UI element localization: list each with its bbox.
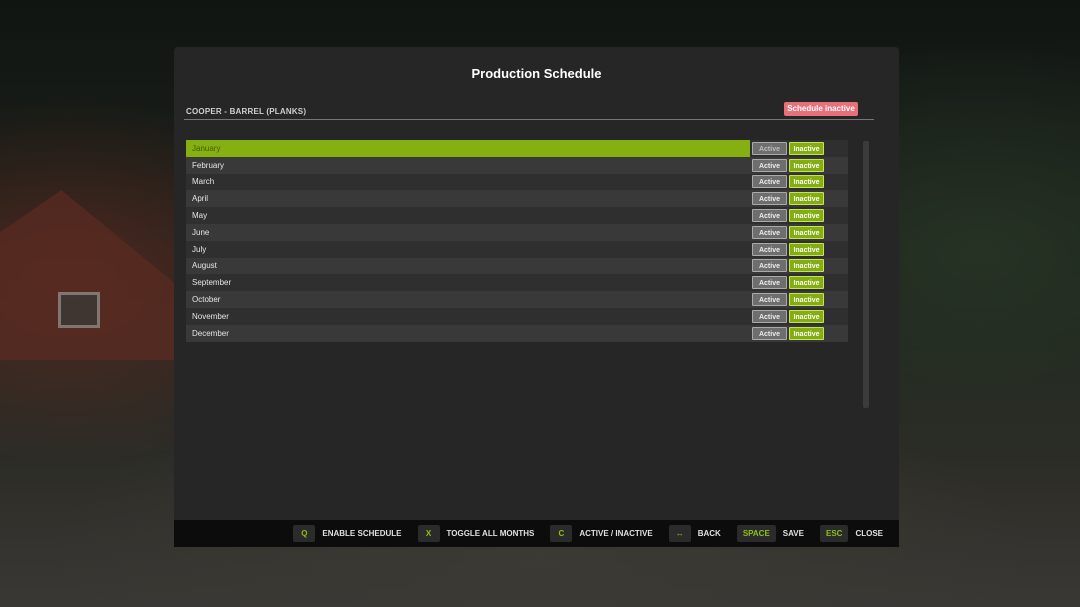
active-button[interactable]: Active	[752, 259, 787, 273]
inactive-button[interactable]: Inactive	[789, 242, 824, 256]
hint-close[interactable]: ESC CLOSE	[819, 525, 883, 542]
month-list: January Active Inactive February Active …	[186, 140, 848, 342]
month-row-june[interactable]: June Active Inactive	[186, 223, 848, 241]
active-button[interactable]: Active	[752, 309, 787, 323]
inactive-button[interactable]: Inactive	[789, 309, 824, 323]
key-esc: ESC	[819, 525, 849, 542]
month-label: August	[192, 261, 217, 271]
arrows-icon: ↔	[668, 525, 691, 542]
production-name: COOPER - BARREL (PLANKS)	[186, 107, 307, 116]
month-row-february[interactable]: February Active Inactive	[186, 156, 848, 174]
input-hints-bar: Q ENABLE SCHEDULE X TOGGLE ALL MONTHS C …	[174, 520, 899, 547]
hint-label: ENABLE SCHEDULE	[322, 529, 402, 538]
active-button[interactable]: Active	[752, 209, 787, 223]
month-label: October	[192, 295, 221, 305]
inactive-button[interactable]: Inactive	[789, 259, 824, 273]
dialog-title: Production Schedule	[471, 66, 602, 81]
month-row-may[interactable]: May Active Inactive	[186, 207, 848, 224]
hint-save[interactable]: SPACE SAVE	[736, 525, 804, 542]
key-q: Q	[293, 525, 316, 542]
active-button[interactable]: Active	[752, 175, 787, 189]
month-label: November	[192, 311, 229, 321]
hint-label: SAVE	[782, 529, 804, 538]
hint-active-inactive[interactable]: C ACTIVE / INACTIVE	[550, 525, 653, 542]
active-button[interactable]: Active	[752, 276, 787, 290]
hint-toggle-all-months[interactable]: X TOGGLE ALL MONTHS	[417, 525, 535, 542]
active-button[interactable]: Active	[752, 192, 787, 206]
month-row-april[interactable]: April Active Inactive	[186, 190, 848, 208]
month-row-july[interactable]: July Active Inactive	[186, 240, 848, 258]
month-label: June	[192, 227, 210, 237]
hint-label: TOGGLE ALL MONTHS	[446, 529, 535, 538]
background-window	[58, 292, 100, 328]
month-label: February	[192, 160, 225, 170]
inactive-button[interactable]: Inactive	[789, 326, 824, 340]
background-house	[0, 190, 175, 360]
month-label: April	[192, 194, 209, 204]
inactive-button[interactable]: Inactive	[789, 209, 824, 223]
month-label: July	[192, 244, 207, 254]
key-c: C	[550, 525, 573, 542]
active-button[interactable]: Active	[752, 225, 787, 239]
month-label: December	[192, 328, 229, 338]
inactive-button[interactable]: Inactive	[789, 225, 824, 239]
list-scrollbar[interactable]	[863, 141, 869, 408]
month-row-december[interactable]: December Active Inactive	[186, 324, 848, 342]
month-label: January	[186, 140, 750, 157]
active-button[interactable]: Active	[752, 242, 787, 256]
inactive-button[interactable]: Inactive	[789, 276, 824, 290]
month-row-october[interactable]: October Active Inactive	[186, 291, 848, 308]
inactive-button[interactable]: Inactive	[789, 175, 824, 189]
key-x: X	[417, 525, 440, 542]
month-label: September	[192, 278, 232, 288]
active-button[interactable]: Active	[752, 326, 787, 340]
month-row-march[interactable]: March Active Inactive	[186, 173, 848, 191]
inactive-button[interactable]: Inactive	[789, 158, 824, 172]
month-row-january[interactable]: January Active Inactive	[186, 140, 848, 157]
production-schedule-dialog: Production Schedule COOPER - BARREL (PLA…	[174, 47, 899, 520]
month-label: May	[192, 211, 208, 221]
active-button[interactable]: Active	[752, 293, 787, 307]
inactive-button[interactable]: Inactive	[789, 141, 824, 155]
month-label: March	[192, 177, 215, 187]
hint-enable-schedule[interactable]: Q ENABLE SCHEDULE	[293, 525, 402, 542]
hint-label: BACK	[697, 529, 721, 538]
month-row-september[interactable]: September Active Inactive	[186, 274, 848, 292]
hint-label: CLOSE	[855, 529, 883, 538]
inactive-button[interactable]: Inactive	[789, 293, 824, 307]
active-button[interactable]: Active	[752, 158, 787, 172]
schedule-status-badge: Schedule inactive	[784, 102, 858, 116]
month-row-november[interactable]: November Active Inactive	[186, 307, 848, 325]
key-space: SPACE	[736, 525, 776, 542]
active-button[interactable]: Active	[752, 141, 787, 155]
hint-back[interactable]: ↔ BACK	[668, 525, 721, 542]
hint-label: ACTIVE / INACTIVE	[579, 529, 653, 538]
month-row-august[interactable]: August Active Inactive	[186, 257, 848, 275]
header-divider	[184, 119, 874, 120]
inactive-button[interactable]: Inactive	[789, 192, 824, 206]
